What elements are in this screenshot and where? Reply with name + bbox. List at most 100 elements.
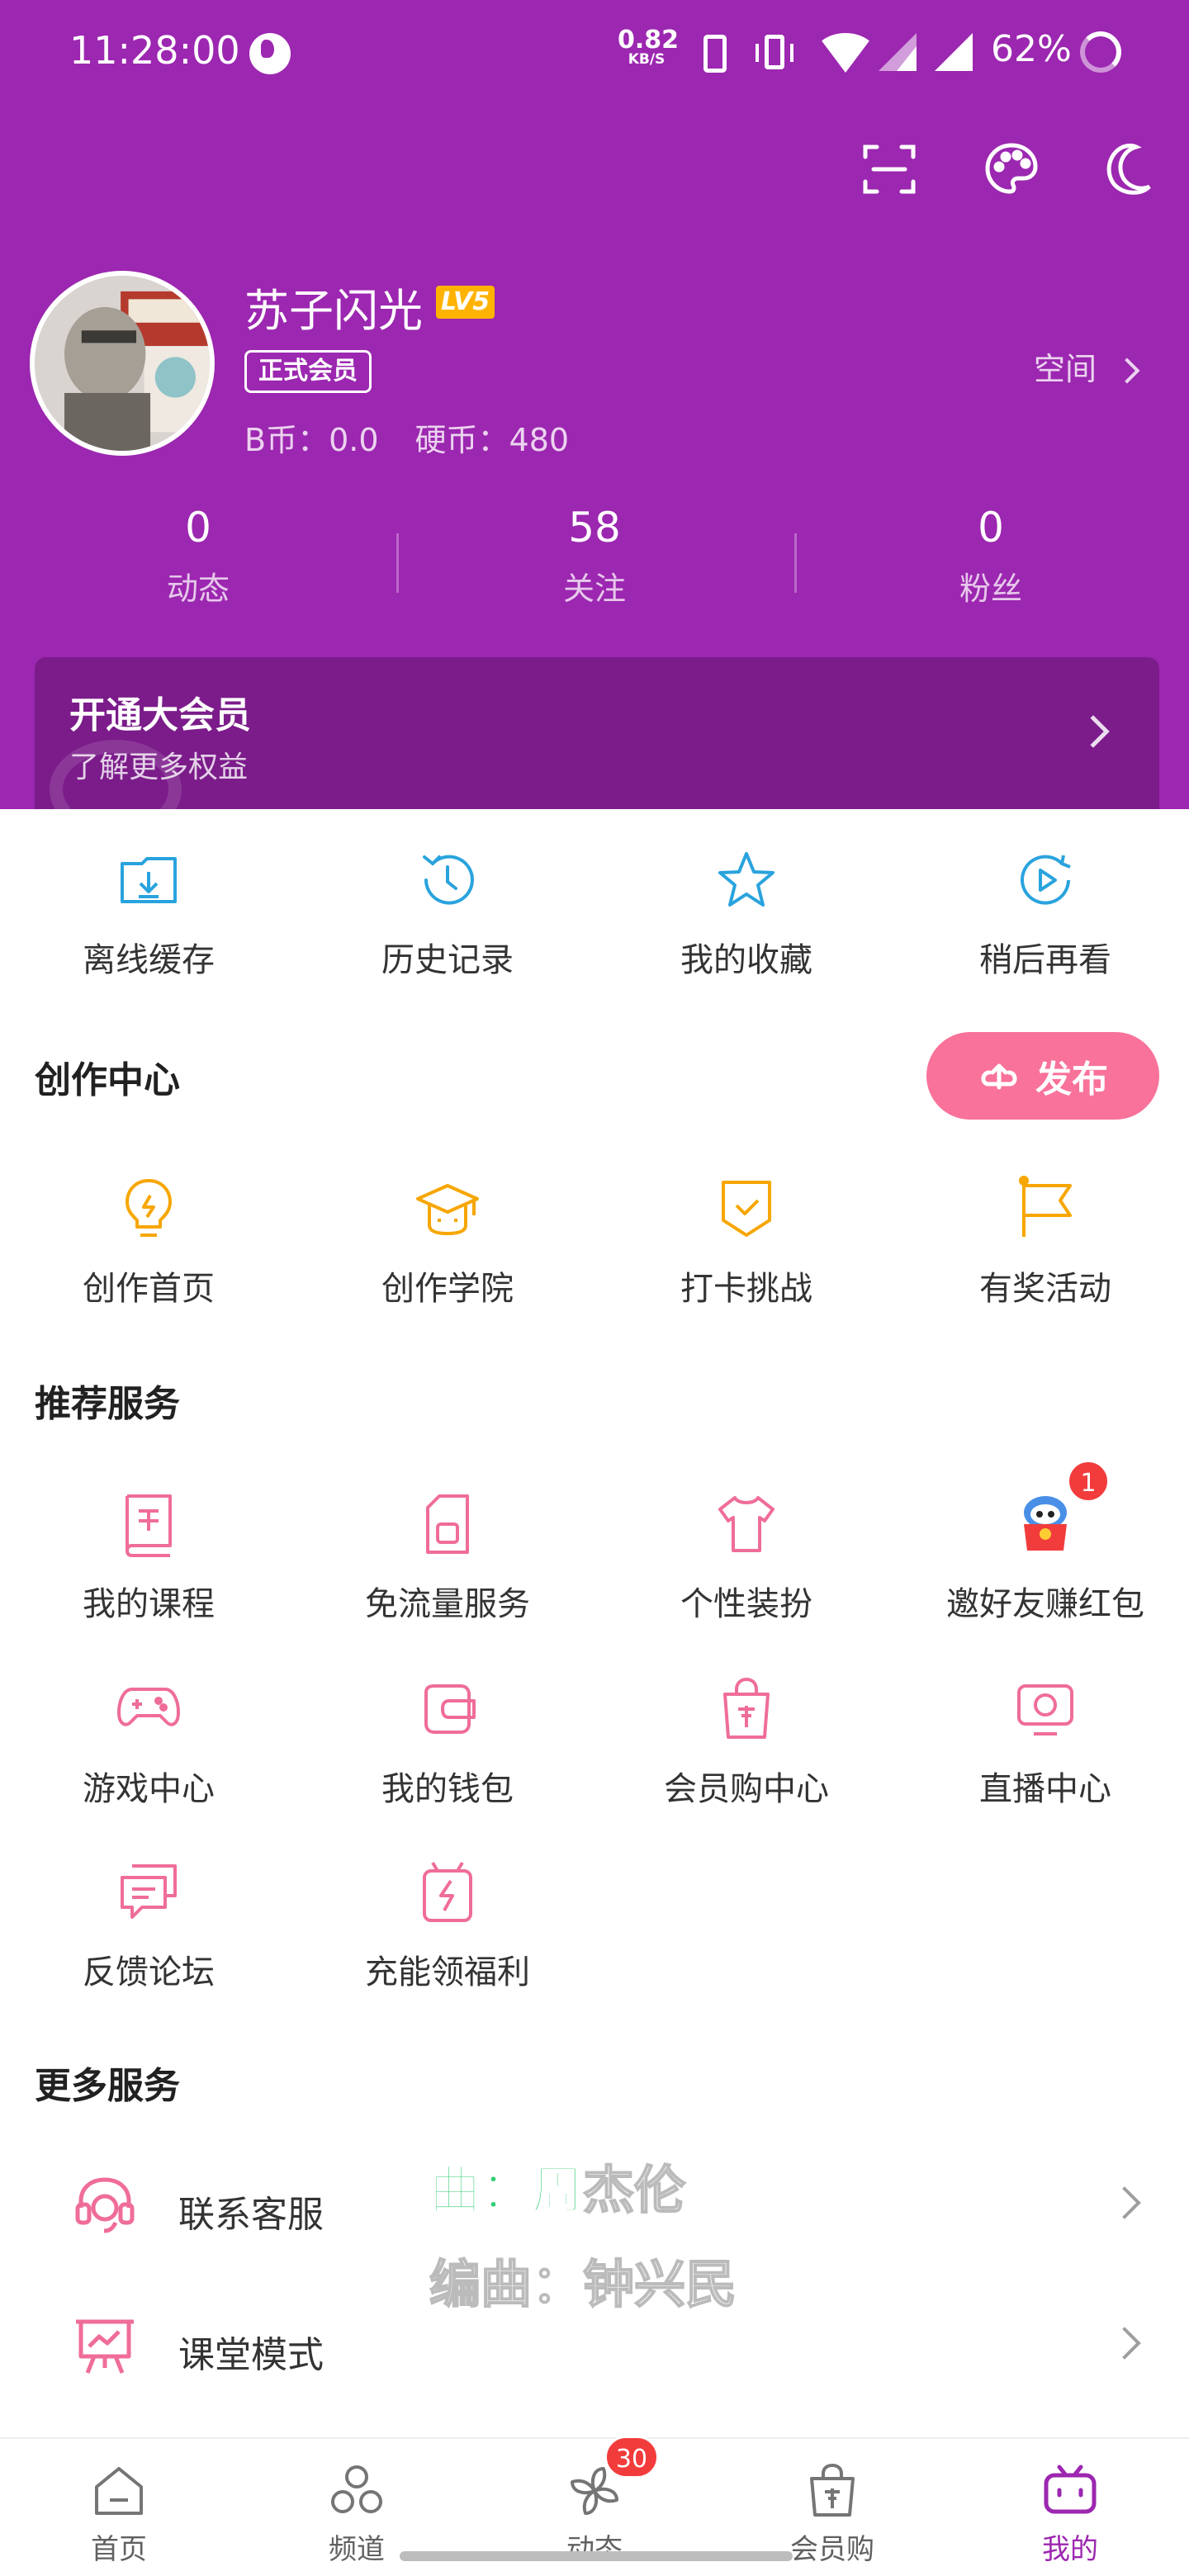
notification-badge: 1 bbox=[1067, 1460, 1110, 1503]
upload-icon bbox=[981, 1063, 1017, 1090]
classroom-board-icon bbox=[73, 2313, 137, 2378]
history-button[interactable]: 历史记录 bbox=[299, 847, 596, 996]
globe-icon bbox=[249, 33, 291, 74]
home-icon bbox=[90, 2462, 148, 2520]
publish-button[interactable]: 发布 bbox=[926, 1032, 1159, 1120]
vip-subtitle: 了解更多权益 bbox=[69, 751, 249, 784]
creation-label: 有奖活动 bbox=[979, 1270, 1111, 1308]
stat-label: 粉丝 bbox=[959, 571, 1022, 607]
checkin-challenge-button[interactable]: 打卡挑战 bbox=[598, 1176, 895, 1324]
hard-coin-balance: 硬币：480 bbox=[414, 422, 570, 458]
nav-mine[interactable]: 我的 bbox=[951, 2439, 1189, 2576]
vip-title: 开通大会员 bbox=[69, 694, 251, 736]
quick-action-label: 离线缓存 bbox=[83, 941, 215, 979]
service-label: 直播中心 bbox=[979, 1770, 1111, 1808]
quick-action-label: 稍后再看 bbox=[979, 941, 1111, 979]
invite-friends-button[interactable]: 1 邀好友赚红包 bbox=[897, 1460, 1189, 1640]
sim-card-icon bbox=[414, 1491, 481, 1557]
charge-rewards-button[interactable]: 充能领福利 bbox=[299, 1859, 596, 2008]
offline-cache-button[interactable]: 离线缓存 bbox=[0, 847, 297, 996]
night-mode-moon-icon[interactable] bbox=[1103, 140, 1161, 198]
creator-academy-button[interactable]: 创作学院 bbox=[299, 1176, 596, 1324]
vibrate-icon bbox=[756, 35, 793, 69]
lyrics-overlay: 曲：周杰伦 编曲：钟兴民 bbox=[429, 2143, 776, 2332]
tv-mine-icon bbox=[1041, 2462, 1099, 2520]
creation-label: 创作学院 bbox=[381, 1270, 514, 1308]
favorites-button[interactable]: 我的收藏 bbox=[598, 847, 895, 996]
lyrics-rest: 杰伦 bbox=[582, 2159, 686, 2221]
stat-following[interactable]: 58 关注 bbox=[396, 504, 793, 608]
battery-icon bbox=[1080, 31, 1121, 73]
service-label: 反馈论坛 bbox=[83, 1953, 215, 1991]
creation-label: 打卡挑战 bbox=[680, 1270, 812, 1308]
stats-row: 0 动态 58 关注 0 粉丝 bbox=[0, 504, 1189, 627]
game-center-button[interactable]: 游戏中心 bbox=[0, 1676, 297, 1825]
signal-icon-2 bbox=[935, 33, 973, 71]
service-label: 个性装扮 bbox=[680, 1585, 812, 1623]
live-center-button[interactable]: 直播中心 bbox=[897, 1676, 1189, 1825]
avatar[interactable] bbox=[30, 271, 215, 456]
status-time: 11:28:00 bbox=[69, 28, 240, 73]
prize-events-button[interactable]: 有奖活动 bbox=[897, 1176, 1189, 1324]
shopping-bag-icon bbox=[713, 1676, 779, 1742]
member-shop-button[interactable]: 会员购中心 bbox=[598, 1676, 895, 1825]
stat-fans[interactable]: 0 粉丝 bbox=[793, 504, 1189, 608]
wallet-icon bbox=[414, 1676, 481, 1742]
tshirt-icon bbox=[713, 1491, 779, 1557]
wifi-icon bbox=[816, 33, 875, 73]
quick-action-label: 我的收藏 bbox=[680, 941, 812, 979]
stat-label: 动态 bbox=[166, 571, 230, 607]
b-coin-balance: B币：0.0 bbox=[244, 422, 379, 458]
creation-center-title: 创作中心 bbox=[35, 1059, 180, 1101]
member-tag[interactable]: 正式会员 bbox=[244, 350, 372, 393]
level-badge: LV5 bbox=[436, 286, 495, 319]
profile-header: 11:28:00 0.82 KB/S 62% 苏子闪光 LV5 正式会员 B币：… bbox=[0, 0, 1189, 809]
live-tv-icon bbox=[1012, 1676, 1078, 1742]
stat-value: 0 bbox=[185, 504, 211, 552]
stat-label: 关注 bbox=[562, 571, 626, 607]
feedback-forum-button[interactable]: 反馈论坛 bbox=[0, 1859, 297, 2008]
chevron-right-icon bbox=[1108, 2327, 1141, 2360]
my-courses-button[interactable]: 我的课程 bbox=[0, 1491, 297, 1640]
creator-home-button[interactable]: 创作首页 bbox=[0, 1176, 297, 1324]
creation-label: 创作首页 bbox=[83, 1270, 215, 1308]
star-icon bbox=[713, 847, 779, 913]
stat-posts[interactable]: 0 动态 bbox=[0, 504, 396, 608]
nav-label: 首页 bbox=[91, 2533, 147, 2566]
service-label: 免流量服务 bbox=[365, 1585, 530, 1623]
feedback-chat-icon bbox=[116, 1859, 182, 1925]
checkin-shield-icon bbox=[713, 1176, 779, 1242]
username[interactable]: 苏子闪光 bbox=[244, 274, 423, 339]
personal-theme-button[interactable]: 个性装扮 bbox=[598, 1491, 895, 1640]
service-label: 邀好友赚红包 bbox=[946, 1585, 1144, 1623]
network-speed: 0.82 KB/S bbox=[618, 26, 680, 67]
service-label: 会员购中心 bbox=[664, 1770, 829, 1808]
channel-icon bbox=[328, 2462, 386, 2520]
free-data-button[interactable]: 免流量服务 bbox=[299, 1491, 596, 1640]
space-link[interactable]: 空间 bbox=[1034, 343, 1140, 389]
phone-icon bbox=[703, 35, 727, 73]
stat-value: 0 bbox=[978, 504, 1004, 552]
gamepad-icon bbox=[116, 1676, 182, 1742]
lightbulb-icon bbox=[116, 1176, 182, 1242]
history-icon bbox=[414, 847, 481, 913]
nav-label: 我的 bbox=[1042, 2533, 1098, 2566]
theme-palette-icon[interactable] bbox=[983, 140, 1040, 198]
wallet-button[interactable]: 我的钱包 bbox=[299, 1676, 596, 1825]
net-speed-value: 0.82 bbox=[618, 26, 680, 54]
chevron-right-icon bbox=[1114, 358, 1140, 384]
recommended-services-title: 推荐服务 bbox=[35, 1383, 180, 1425]
battery-charge-icon bbox=[414, 1859, 481, 1925]
more-service-label: 联系客服 bbox=[178, 2194, 324, 2236]
home-indicator[interactable] bbox=[400, 2551, 793, 2561]
watch-later-button[interactable]: 稍后再看 bbox=[897, 847, 1189, 996]
lyrics-highlight: 曲：周 bbox=[429, 2159, 584, 2221]
vip-banner[interactable]: 开通大会员 了解更多权益 bbox=[35, 657, 1159, 809]
publish-label: 发布 bbox=[1035, 1058, 1108, 1101]
scan-icon[interactable] bbox=[860, 140, 918, 198]
course-book-icon bbox=[116, 1491, 182, 1557]
nav-home[interactable]: 首页 bbox=[0, 2439, 238, 2576]
status-bar: 11:28:00 0.82 KB/S 62% bbox=[0, 0, 1189, 107]
red-packet-mascot-icon bbox=[1012, 1491, 1078, 1557]
stat-value: 58 bbox=[568, 504, 621, 552]
